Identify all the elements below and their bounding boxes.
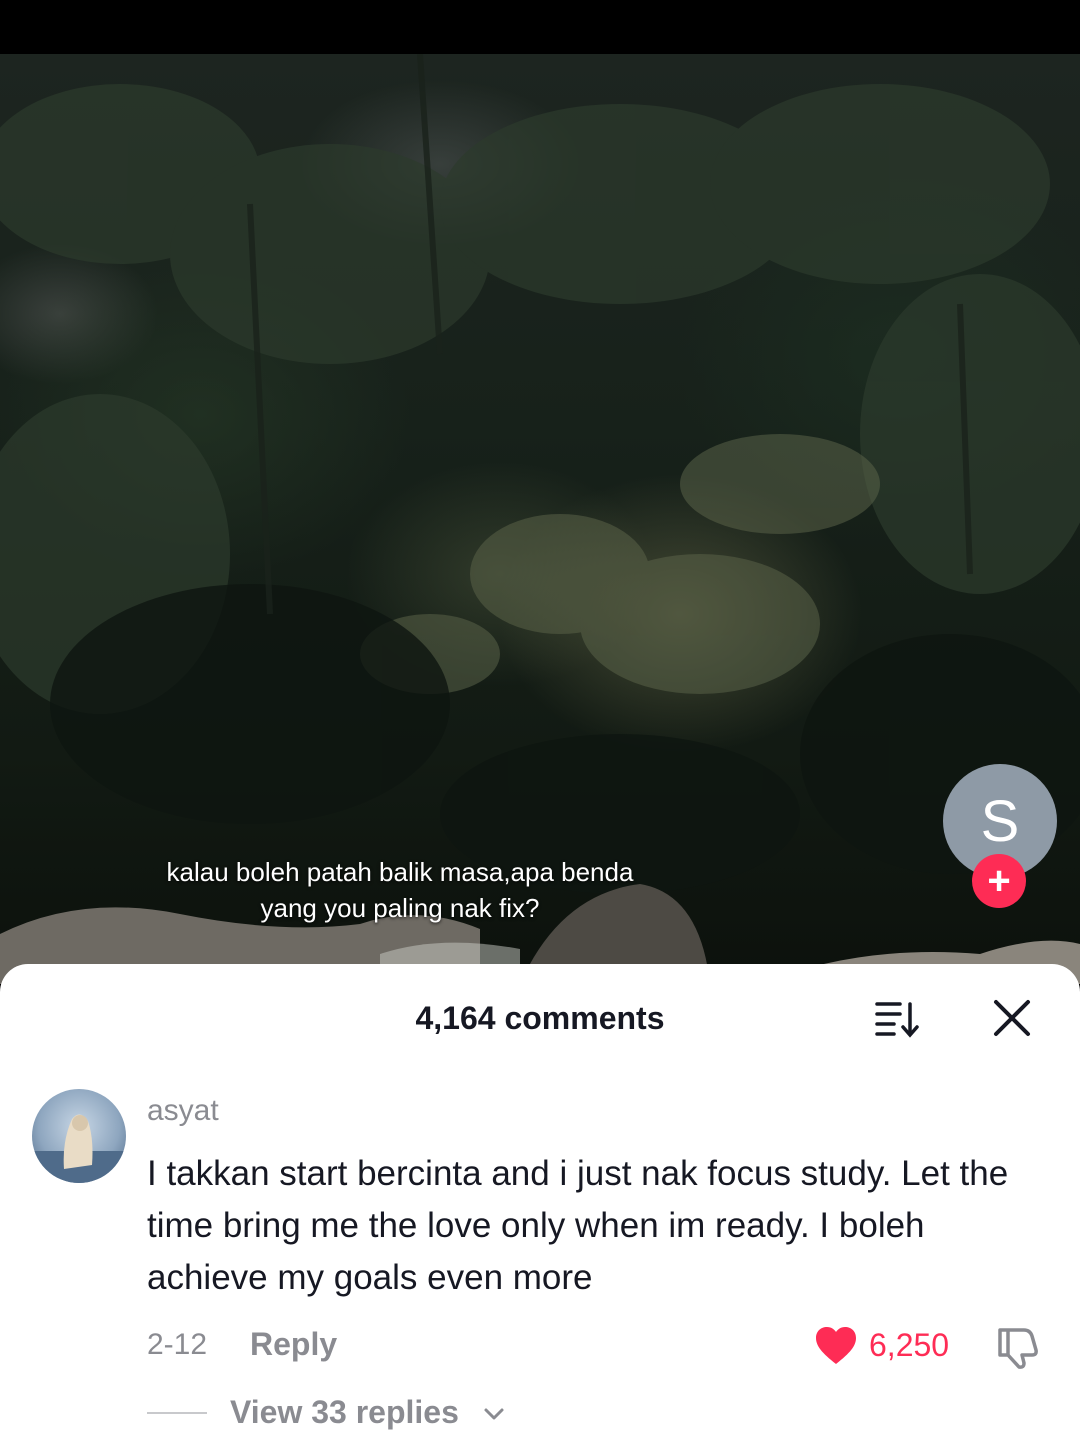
heart-icon[interactable] bbox=[814, 1326, 858, 1366]
sort-icon[interactable] bbox=[874, 998, 922, 1038]
chevron-down-icon[interactable] bbox=[482, 1404, 506, 1424]
forest-background bbox=[0, 54, 1080, 894]
comment-username[interactable]: asyat bbox=[147, 1094, 219, 1128]
caption-line-2: yang you paling nak fix? bbox=[260, 893, 540, 923]
video-player[interactable]: kalau boleh patah balik masa,apa benda y… bbox=[0, 54, 1080, 984]
dislike-icon[interactable] bbox=[994, 1324, 1040, 1370]
view-replies-button[interactable]: View 33 replies bbox=[230, 1394, 459, 1431]
comments-sheet: 4,164 comments asyat I takkan start berc… bbox=[0, 964, 1080, 1440]
comment-date: 2-12 bbox=[147, 1328, 208, 1361]
reply-button[interactable]: Reply bbox=[250, 1326, 337, 1363]
close-icon[interactable] bbox=[990, 996, 1034, 1040]
avatar-photo bbox=[32, 1114, 126, 1183]
commenter-avatar[interactable] bbox=[32, 1089, 126, 1183]
follow-button[interactable]: + bbox=[972, 854, 1026, 908]
caption-line-1: kalau boleh patah balik masa,apa benda bbox=[166, 857, 634, 887]
status-bar bbox=[0, 0, 1080, 54]
comment-text: I takkan start bercinta and i just nak f… bbox=[147, 1154, 1009, 1297]
like-count: 6,250 bbox=[869, 1327, 950, 1363]
replies-divider bbox=[147, 1412, 207, 1414]
video-caption: kalau boleh patah balik masa,apa benda y… bbox=[120, 854, 680, 926]
